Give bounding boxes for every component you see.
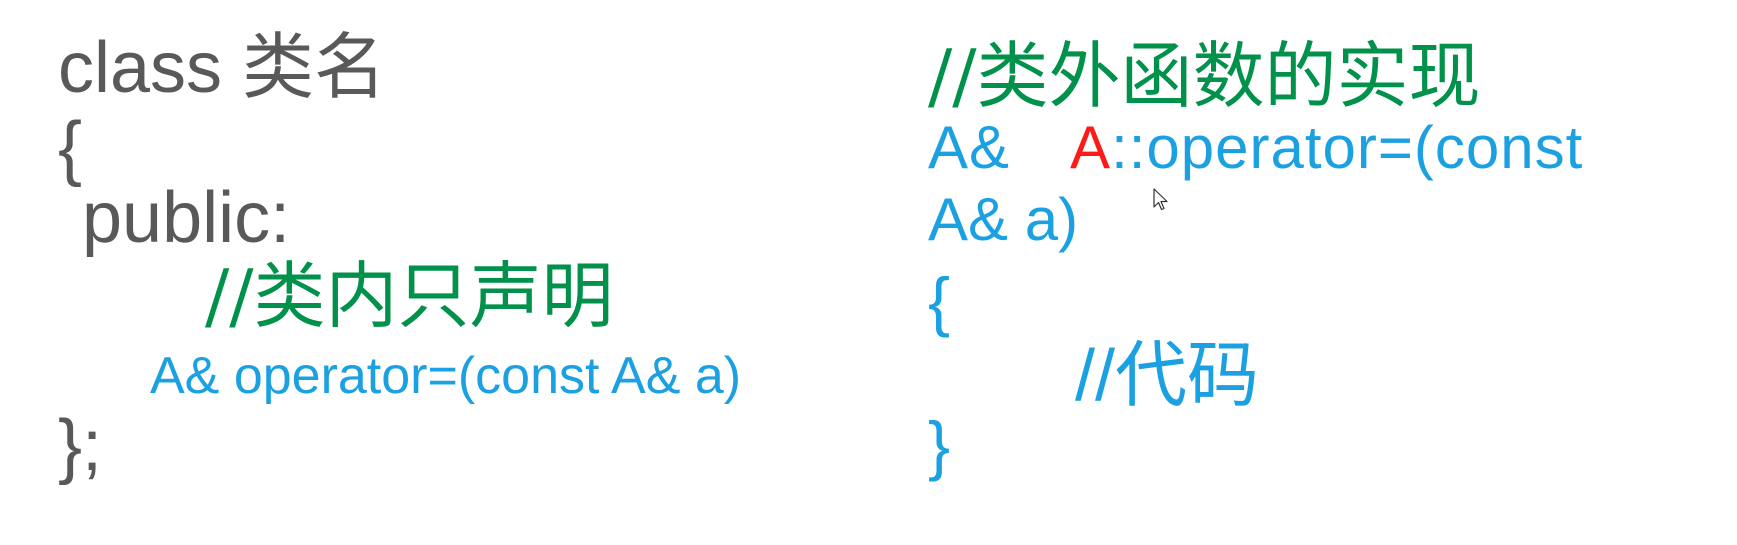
return-type: A& <box>928 114 1011 181</box>
out-of-class-comment: //类外函数的实现 <box>928 34 1481 118</box>
operator-definition-header: A& A::operator=(const <box>928 118 1583 178</box>
operator-declaration: A& operator=(const A& a) <box>150 347 742 405</box>
mouse-pointer-icon <box>1153 188 1168 211</box>
code-comment: //代码 <box>1075 336 1260 416</box>
slide: class 类名 { public: //类内只声明 A& operator=(… <box>0 0 1737 545</box>
class-declaration-line: class 类名 <box>58 28 387 108</box>
open-brace-left: { <box>58 108 83 188</box>
class-scope-name: A <box>1070 114 1112 181</box>
operator-signature: ::operator=(const <box>1111 114 1584 181</box>
in-class-comment: //类内只声明 <box>205 254 614 338</box>
public-label: public: <box>82 178 291 258</box>
close-brace-left: }; <box>58 406 103 486</box>
open-brace-right: { <box>928 264 951 338</box>
operator-parameter: A& a) <box>928 186 1079 253</box>
close-brace-right: } <box>928 408 951 482</box>
